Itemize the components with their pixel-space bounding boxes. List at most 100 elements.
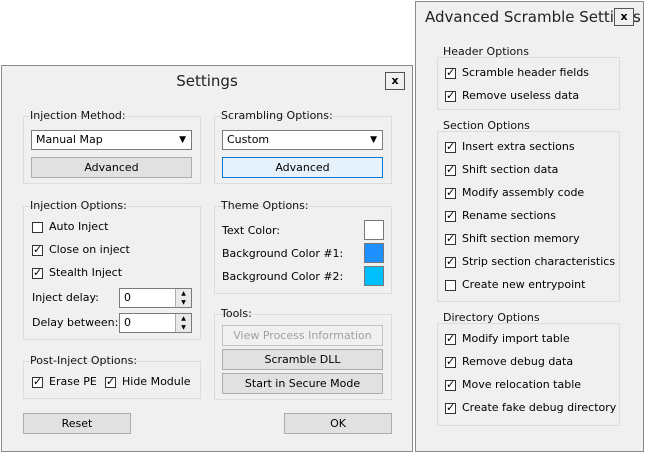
checkbox-box: ✓ bbox=[105, 374, 116, 388]
list-item-label: Modify assembly code bbox=[462, 186, 585, 199]
checkbox-box: ✓ bbox=[445, 331, 456, 345]
list-item-checkbox[interactable]: ✓ Modify assembly code bbox=[445, 186, 584, 202]
stealth-inject-checkbox[interactable]: ✓ Stealth Inject bbox=[32, 266, 122, 282]
view-process-button[interactable]: View Process Information bbox=[222, 325, 383, 346]
chevron-down-icon[interactable]: ▼ bbox=[175, 323, 191, 332]
list-item-label: Rename sections bbox=[462, 209, 556, 222]
injection-method-label: Injection Method: bbox=[30, 109, 126, 122]
inject-delay-label: Inject delay: bbox=[32, 291, 99, 304]
list-item-checkbox[interactable]: ✓ Rename sections bbox=[445, 209, 556, 225]
auto-inject-label: Auto Inject bbox=[49, 220, 109, 233]
ok-button[interactable]: OK bbox=[284, 413, 392, 434]
advanced-titlebar[interactable]: Advanced Scramble Settings x bbox=[416, 2, 643, 32]
text-color-label: Text Color: bbox=[222, 224, 280, 237]
scramble-dll-button[interactable]: Scramble DLL bbox=[222, 349, 383, 370]
list-item-label: Remove debug data bbox=[462, 355, 574, 368]
tools-label: Tools: bbox=[221, 307, 252, 320]
scrambling-advanced-button[interactable]: Advanced bbox=[222, 157, 383, 178]
checkmark-icon: ✓ bbox=[446, 88, 456, 102]
checkbox-box bbox=[32, 221, 43, 233]
list-item-checkbox[interactable]: ✓ Insert extra sections bbox=[445, 140, 575, 156]
settings-close-button[interactable]: x bbox=[385, 72, 405, 90]
theme-options-label: Theme Options: bbox=[221, 199, 309, 212]
text-color-swatch[interactable] bbox=[364, 220, 384, 240]
checkbox-box: ✓ bbox=[32, 266, 43, 279]
list-item-label: Shift section data bbox=[462, 163, 559, 176]
list-item-checkbox[interactable]: ✓ Create fake debug directory bbox=[445, 401, 616, 417]
list-item-label: Move relocation table bbox=[462, 378, 582, 391]
checkmark-icon: ✓ bbox=[446, 139, 456, 153]
checkmark-icon: ✓ bbox=[446, 254, 456, 268]
erase-pe-label: Erase PE bbox=[49, 375, 97, 388]
close-on-inject-label: Close on inject bbox=[49, 243, 130, 256]
checkbox-box: ✓ bbox=[445, 400, 456, 414]
checkbox-box: ✓ bbox=[445, 378, 456, 391]
list-item-checkbox[interactable]: ✓ Scramble header fields bbox=[445, 66, 589, 82]
close-on-inject-checkbox[interactable]: ✓ Close on inject bbox=[32, 243, 130, 259]
injection-options-label: Injection Options: bbox=[30, 199, 127, 212]
list-item-checkbox[interactable]: ✓ Move relocation table bbox=[445, 378, 581, 394]
checkmark-icon: ✓ bbox=[446, 208, 456, 222]
settings-title: Settings bbox=[176, 72, 238, 90]
checkmark-icon: ✓ bbox=[446, 400, 456, 414]
list-item-checkbox[interactable]: Create new entrypoint bbox=[445, 278, 585, 294]
injection-method-select[interactable]: Manual Map ▼ bbox=[31, 130, 192, 150]
list-item-checkbox[interactable]: ✓ Remove debug data bbox=[445, 355, 573, 371]
checkmark-icon: ✓ bbox=[446, 162, 456, 176]
checkbox-box: ✓ bbox=[445, 65, 456, 79]
checkmark-icon: ✓ bbox=[446, 231, 456, 245]
reset-button[interactable]: Reset bbox=[23, 413, 131, 434]
bg-color-1-swatch[interactable] bbox=[364, 243, 384, 263]
settings-titlebar[interactable]: Settings x bbox=[2, 66, 412, 96]
checkbox-box: ✓ bbox=[32, 374, 43, 388]
injection-method-value: Manual Map bbox=[36, 133, 103, 146]
secure-mode-button[interactable]: Start in Secure Mode bbox=[222, 373, 383, 394]
section-options-label: Section Options bbox=[443, 119, 530, 132]
bg-color-2-swatch[interactable] bbox=[364, 266, 384, 286]
advanced-close-button[interactable]: x bbox=[614, 8, 634, 26]
checkbox-box: ✓ bbox=[445, 231, 456, 245]
list-item-label: Shift section memory bbox=[462, 232, 580, 245]
delay-between-label: Delay between: bbox=[32, 316, 119, 329]
list-item-label: Modify import table bbox=[462, 332, 570, 345]
list-item-label: Create new entrypoint bbox=[462, 278, 586, 291]
scrambling-options-label: Scrambling Options: bbox=[221, 109, 333, 122]
stealth-inject-label: Stealth Inject bbox=[49, 266, 123, 279]
checkmark-icon: ✓ bbox=[446, 331, 456, 345]
chevron-down-icon[interactable]: ▼ bbox=[175, 298, 191, 307]
settings-window: Settings x Injection Method: Manual Map … bbox=[1, 65, 413, 452]
checkmark-icon: ✓ bbox=[33, 374, 43, 388]
scrambling-select[interactable]: Custom ▼ bbox=[222, 130, 383, 150]
checkmark-icon: ✓ bbox=[446, 185, 456, 199]
checkmark-icon: ✓ bbox=[446, 65, 456, 79]
list-item-checkbox[interactable]: ✓ Shift section memory bbox=[445, 232, 580, 248]
checkbox-box: ✓ bbox=[445, 254, 456, 268]
list-item-checkbox[interactable]: ✓ Strip section characteristics bbox=[445, 255, 615, 271]
checkbox-box: ✓ bbox=[445, 139, 456, 153]
checkbox-box: ✓ bbox=[445, 88, 456, 102]
advanced-title: Advanced Scramble Settings bbox=[425, 8, 641, 26]
list-item-label: Insert extra sections bbox=[462, 140, 575, 153]
erase-pe-checkbox[interactable]: ✓ Erase PE bbox=[32, 375, 97, 391]
list-item-label: Scramble header fields bbox=[462, 66, 590, 79]
injection-advanced-button[interactable]: Advanced bbox=[31, 157, 192, 178]
list-item-checkbox[interactable]: ✓ Modify import table bbox=[445, 332, 570, 348]
bg-color-1-label: Background Color #1: bbox=[222, 247, 344, 260]
advanced-scramble-window: Advanced Scramble Settings x Header Opti… bbox=[415, 1, 644, 452]
checkbox-box bbox=[445, 279, 456, 291]
auto-inject-checkbox[interactable]: Auto Inject bbox=[32, 220, 108, 236]
delay-between-stepper[interactable]: 0 ▲ ▼ bbox=[119, 313, 192, 333]
list-item-checkbox[interactable]: ✓ Shift section data bbox=[445, 163, 558, 179]
hide-module-checkbox[interactable]: ✓ Hide Module bbox=[105, 375, 191, 391]
directory-options-label: Directory Options bbox=[443, 311, 540, 324]
chevron-down-icon: ▼ bbox=[179, 135, 186, 145]
inject-delay-value: 0 bbox=[124, 291, 131, 304]
hide-module-label: Hide Module bbox=[122, 375, 191, 388]
header-options-label: Header Options bbox=[443, 45, 529, 58]
list-item-label: Strip section characteristics bbox=[462, 255, 616, 268]
list-item-checkbox[interactable]: ✓ Remove useless data bbox=[445, 89, 579, 105]
inject-delay-stepper[interactable]: 0 ▲ ▼ bbox=[119, 288, 192, 308]
chevron-down-icon: ▼ bbox=[370, 135, 377, 145]
checkmark-icon: ✓ bbox=[106, 374, 116, 388]
list-item-label: Create fake debug directory bbox=[462, 401, 617, 414]
